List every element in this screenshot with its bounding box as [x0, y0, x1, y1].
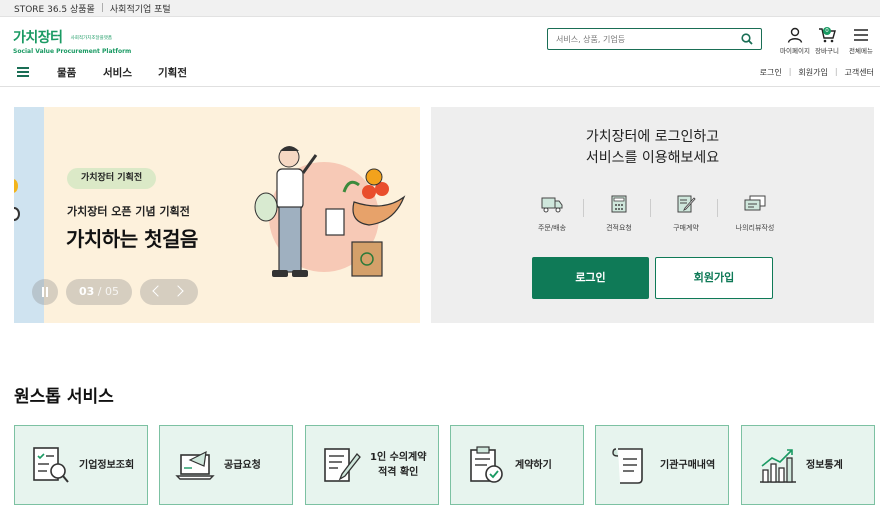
service-write-review[interactable]: 나의리뷰작성 [725, 195, 785, 233]
slide-arrows [140, 279, 198, 305]
clipboard-check-icon [470, 446, 503, 483]
mypage-label: 마이페이지 [780, 47, 810, 55]
card-label: 공급요청 [224, 459, 261, 471]
card-statistics[interactable]: 정보통계 [741, 425, 875, 505]
pause-button[interactable] [32, 279, 58, 305]
login-message: 가치장터에 로그인하고 서비스를 이용해보세요 [431, 127, 874, 169]
card-label: 정보통계 [806, 459, 843, 471]
search-box [547, 28, 762, 50]
card-label: 기관구매내역 [660, 459, 716, 471]
slide-separator: / [97, 285, 102, 298]
login-panel: 가치장터에 로그인하고 서비스를 이용해보세요 주문/배송 견적요청 구매계약 [431, 107, 874, 323]
menu-icon [854, 29, 868, 41]
card-agency-purchase-history[interactable]: 기관구매내역 [595, 425, 729, 505]
service-purchase-contract[interactable]: 구매계약 [656, 195, 716, 233]
card-label-line1: 1인 수의계약 [370, 452, 427, 463]
all-menu-button[interactable]: 전체메뉴 [844, 27, 878, 55]
card-contract[interactable]: 계약하기 [450, 425, 584, 505]
card-label: 기업정보조회 [79, 459, 135, 471]
divider: | [788, 67, 792, 76]
member-links: 로그인 | 회원가입 | 고객센터 [760, 67, 874, 78]
service-order-delivery[interactable]: 주문/배송 [522, 195, 582, 233]
user-icon [787, 27, 803, 43]
service-quote-request[interactable]: 견적요청 [589, 195, 649, 233]
laptop-mail-icon [175, 450, 215, 480]
nav-item-goods[interactable]: 물품 [57, 65, 76, 80]
slide-counter: 03 / 05 [66, 279, 132, 305]
cart-button[interactable]: 0 장바구니 [810, 27, 844, 55]
document-pencil-icon [324, 448, 361, 482]
banner-category-pill: 가치장터 기획전 [67, 168, 157, 189]
nav-item-services[interactable]: 서비스 [103, 65, 132, 80]
nav-customer-center-link[interactable]: 고객센터 [845, 67, 874, 78]
top-utility-bar: STORE 36.5 상품몰 | 사회적기업 포털 [0, 0, 880, 17]
card-company-info[interactable]: 기업정보조회 [14, 425, 148, 505]
card-private-contract-check[interactable]: 1인 수의계약 적격 확인 [305, 425, 439, 505]
service-label: 견적요청 [606, 224, 632, 232]
site-logo[interactable]: 가치장터 사회적가치조달플랫폼 Social Value Procurement… [13, 27, 131, 55]
banner-subtitle: 가치장터 오픈 기념 기획전 [67, 205, 190, 218]
category-menu-icon[interactable] [17, 67, 29, 77]
card-label: 1인 수의계약 적격 확인 [370, 450, 426, 480]
nav-login-link[interactable]: 로그인 [760, 67, 782, 78]
total-slides: 05 [105, 285, 120, 298]
truck-icon [541, 197, 563, 213]
login-message-line1: 가치장터에 로그인하고 [585, 129, 720, 145]
banner-title: 가치하는 첫걸음 [66, 227, 198, 251]
chevron-right-icon[interactable] [172, 285, 184, 297]
cart-count-badge: 0 [823, 27, 831, 35]
logo-subtitle: 사회적가치조달플랫폼 [70, 35, 113, 41]
bar-chart-icon [760, 449, 796, 483]
document-search-icon [33, 447, 69, 483]
current-slide: 03 [78, 285, 95, 298]
search-input[interactable] [556, 34, 741, 44]
all-menu-label: 전체메뉴 [849, 47, 873, 55]
service-label: 구매계약 [673, 224, 699, 232]
store-link[interactable]: STORE 36.5 상품몰 [14, 2, 95, 15]
contract-pen-icon [677, 195, 696, 213]
login-button[interactable]: 로그인 [532, 257, 649, 299]
logo-title: 가치장터 [13, 30, 63, 46]
cart-label: 장바구니 [815, 47, 839, 55]
shopping-person-illustration [254, 146, 406, 277]
chevron-left-icon[interactable] [152, 285, 164, 297]
nav-item-exhibition[interactable]: 기획전 [158, 65, 187, 80]
logo-english: Social Value Procurement Platform [13, 48, 132, 55]
search-icon[interactable] [741, 33, 753, 45]
header: 가치장터 사회적가치조달플랫폼 Social Value Procurement… [0, 17, 880, 57]
promo-banner[interactable]: 가치장터 기획전 가치장터 오픈 기념 기획전 가치하는 첫걸음 03 / 05 [14, 107, 420, 323]
service-label: 나의리뷰작성 [735, 224, 775, 232]
card-label: 계약하기 [515, 459, 552, 471]
calculator-icon [611, 195, 627, 213]
card-supply-request[interactable]: 공급요청 [159, 425, 293, 505]
mypage-button[interactable]: 마이페이지 [778, 27, 812, 55]
login-message-line2: 서비스를 이용해보세요 [585, 150, 720, 166]
card-label-line2: 적격 확인 [378, 467, 419, 478]
social-enterprise-portal-link[interactable]: 사회적기업 포털 [110, 2, 171, 15]
scroll-document-icon [612, 448, 643, 484]
divider: | [100, 3, 104, 13]
review-chat-icon [744, 195, 766, 211]
divider: | [834, 67, 838, 76]
section-title: 원스톱 서비스 [14, 387, 114, 407]
main-nav: 물품 서비스 기획전 로그인 | 회원가입 | 고객센터 [0, 57, 880, 87]
join-button[interactable]: 회원가입 [655, 257, 773, 299]
service-label: 주문/배송 [537, 224, 567, 232]
nav-join-link[interactable]: 회원가입 [798, 67, 827, 78]
